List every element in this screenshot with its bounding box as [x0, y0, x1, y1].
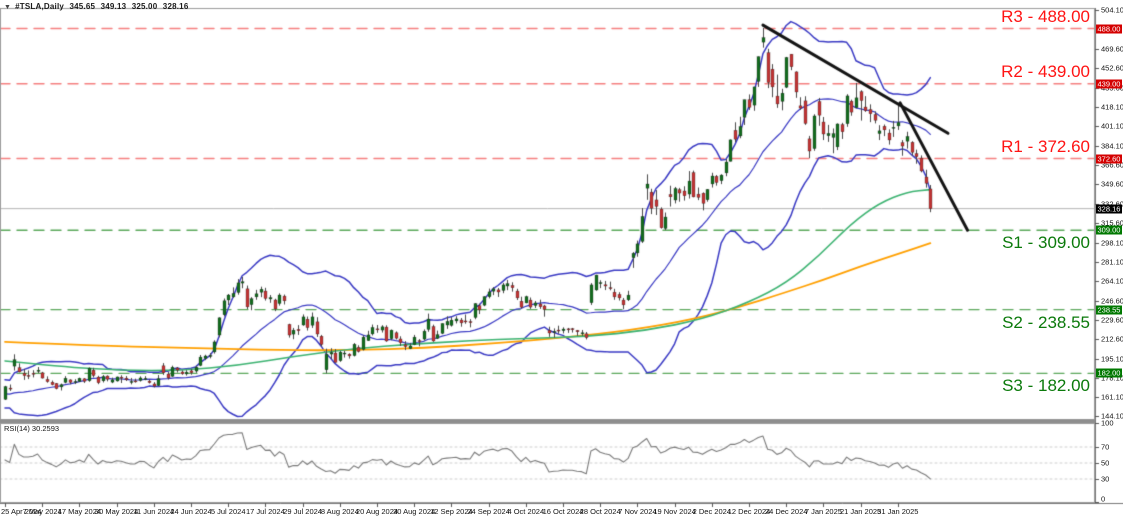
rsi-pane[interactable] — [0, 423, 1095, 503]
time-axis[interactable] — [0, 503, 1095, 520]
mt4-chart-window: { "quote": {"dropdown_icon":"▼","symbol"… — [0, 0, 1123, 520]
main-chart-pane[interactable] — [0, 8, 1095, 420]
price-axis[interactable] — [1095, 8, 1123, 503]
